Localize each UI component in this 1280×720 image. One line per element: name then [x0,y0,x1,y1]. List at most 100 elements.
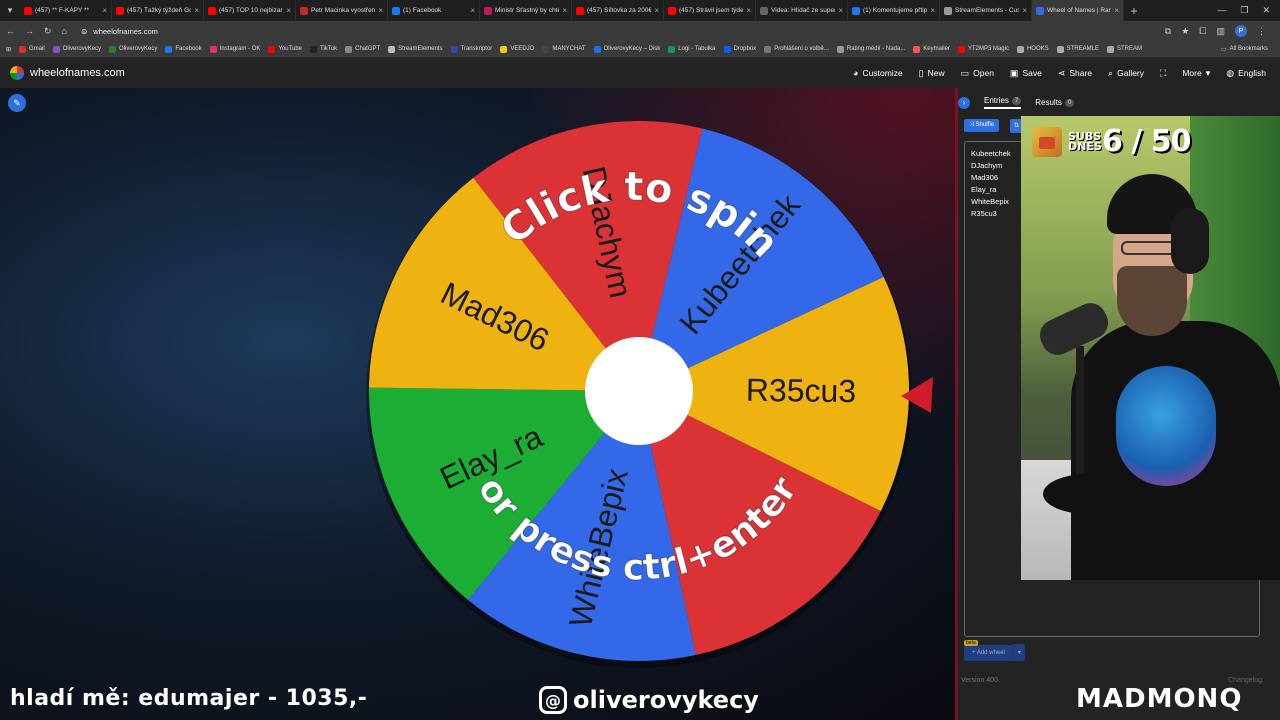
bookmark-item[interactable]: ChatGPT [345,45,380,53]
new-button[interactable]: ▯ New [919,68,945,79]
tab-close-icon[interactable]: × [286,6,291,15]
add-wheel-dropdown-icon[interactable]: ▾ [1012,644,1025,661]
bookmark-item[interactable]: OliverovyKecy [52,45,101,53]
tab-close-icon[interactable]: × [838,6,843,15]
bookmark-label: YouTube [278,46,303,52]
collapse-chevron-icon[interactable]: › [958,96,970,109]
browser-tab[interactable]: Wheel of Names | Ran × [1032,0,1124,21]
tab-close-icon[interactable]: × [194,6,199,15]
tab-close-icon[interactable]: × [746,6,751,15]
bookmark-item[interactable]: Gmail [19,45,45,53]
bookmark-item[interactable]: Keymailer [913,45,950,53]
more-button[interactable]: More ▾ [1182,68,1210,79]
url-field[interactable]: ⊜ wheelofnames.com [81,27,158,36]
bookmark-label: MANYCHAT [552,46,586,52]
bookmark-item[interactable]: Logi - Tabulka [668,45,716,53]
bookmark-item[interactable]: MANYCHAT [542,45,586,53]
bookmark-favicon-icon [913,45,921,53]
close-window-icon[interactable]: ✕ [1262,5,1270,16]
browser-tab[interactable]: (457) TOP 10 nejbizarn × [204,0,296,21]
apps-icon[interactable]: ⊞ [6,46,11,53]
tab-close-icon[interactable]: × [1022,6,1027,15]
tab-title: Wheel of Names | Ran [1047,7,1112,14]
browser-tab[interactable]: Videa: Hlídač ze super × [756,0,848,21]
tab-entries[interactable]: Entries 7 [984,96,1022,109]
bookmark-item[interactable]: VEEDJO [500,45,534,53]
bookmark-label: Keymailer [923,46,950,52]
all-bookmarks-link[interactable]: ▭ All Bookmarks [1221,46,1280,53]
forward-icon[interactable]: → [25,26,34,36]
bookmark-item[interactable]: YouTube [268,45,303,53]
tab-results[interactable]: Results 0 [1035,98,1075,107]
bookmark-item[interactable]: OliverovyKecy [109,45,157,53]
bookmark-item[interactable]: Transkriptor [450,45,492,53]
browser-tab[interactable]: (1) Komentujeme přtip × [848,0,940,21]
add-wheel-button[interactable]: + Add wheel [964,644,1013,661]
bookmark-item[interactable]: YT2MP3 Magic [957,45,1009,53]
tab-close-icon[interactable]: × [654,6,659,15]
bookmark-item[interactable]: Prohlášení o volbě... [764,45,829,53]
home-icon[interactable]: ⌂ [62,26,67,36]
new-label: New [927,68,945,78]
wheel-center[interactable] [585,337,693,445]
bookmark-item[interactable]: Rating médií - Nada... [836,45,905,53]
changelog-link[interactable]: Changelog [1228,677,1262,684]
bookmark-item[interactable]: OliverovyKecy – Disk [593,45,660,53]
bookmark-label: HOOKS [1026,46,1049,52]
profile-avatar[interactable]: P [1235,25,1247,37]
share-button[interactable]: ⋖ Share [1058,68,1092,79]
tab-close-icon[interactable]: × [930,6,935,15]
bookmark-favicon-icon [165,45,173,53]
customize-button[interactable]: ◕ Customize [853,68,903,78]
save-button[interactable]: ▣ Save [1010,68,1042,79]
tab-close-icon[interactable]: × [378,6,383,15]
tab-favicon-icon [576,6,584,15]
save-icon: ▣ [1009,67,1019,78]
site-info-icon[interactable]: ⊜ [81,27,87,36]
bookmark-item[interactable]: STREAM [1106,45,1142,53]
tab-favicon-icon [24,6,32,15]
tab-close-icon[interactable]: × [102,6,107,15]
browser-tab[interactable]: (457) Ťažký týždeň Go × [112,0,204,21]
browser-tab[interactable]: (1) Facebook × [388,0,480,21]
browser-menu-icon[interactable]: ⋮ [1257,26,1266,37]
gallery-button[interactable]: ⌕ Gallery [1108,68,1144,79]
shuffle-button[interactable]: ⤨ Shuffle [964,119,1000,132]
screen: ▾ (457) ** F-KAPY ** × (457) Ťažký týždeň … [0,0,1280,720]
browser-tab[interactable]: (457) ** F-KAPY ** × [20,0,112,21]
bookmark-item[interactable]: TikTok [310,45,337,53]
threads-handle: @ oliverovykecy [539,686,759,714]
browser-tab[interactable]: Petr Macinka vyostřen × [296,0,388,21]
site-logo[interactable]: wheelofnames.com [10,66,125,80]
fullscreen-button[interactable]: ⛶ [1160,68,1166,79]
bookmark-item[interactable]: STREAMLE [1056,45,1099,53]
bookmark-favicon-icon [668,45,676,53]
wheel[interactable]: R35cu3WhiteBepixElay_raMad306DJachym Kube… [0,88,955,720]
bookmark-item[interactable]: Facebook [165,45,202,53]
sidepanel-icon[interactable]: ▥ [1216,26,1225,37]
browser-tab[interactable]: (457) Šíltovka za 200€ × [572,0,664,21]
translate-icon[interactable]: ⧉ [1165,26,1171,37]
bookmark-item[interactable]: StreamElements [388,45,443,53]
language-button[interactable]: ◍ English [1226,68,1266,79]
tab-close-icon[interactable]: × [470,6,475,15]
open-button[interactable]: ▭ Open [961,68,994,79]
bookmark-item[interactable]: Dropbox [723,45,756,53]
bookmark-item[interactable]: Instagram - OK [209,45,260,53]
new-tab-button[interactable]: + [1124,4,1144,18]
bookmark-star-icon[interactable]: ★ [1181,26,1189,37]
browser-tab[interactable]: (457) Strávil jsem týde × [664,0,756,21]
tab-search-icon[interactable]: ▾ [0,0,20,21]
tab-close-icon[interactable]: × [562,6,567,15]
subs-counter: SUBS DNES 6 / 50 [1032,124,1191,159]
tab-close-icon[interactable]: × [1114,6,1119,15]
browser-tab[interactable]: StreamElements - Cust × [940,0,1032,21]
maximize-icon[interactable]: ❐ [1240,5,1248,16]
back-icon[interactable]: ← [6,26,15,36]
extensions-icon[interactable]: ⧠ [1199,26,1206,37]
gallery-label: Gallery [1117,68,1145,78]
browser-tab[interactable]: Ministr Šťastný by chtě × [480,0,572,21]
reload-icon[interactable]: ↻ [44,26,52,37]
minimize-icon[interactable]: — [1217,5,1226,16]
bookmark-item[interactable]: HOOKS [1016,45,1049,53]
